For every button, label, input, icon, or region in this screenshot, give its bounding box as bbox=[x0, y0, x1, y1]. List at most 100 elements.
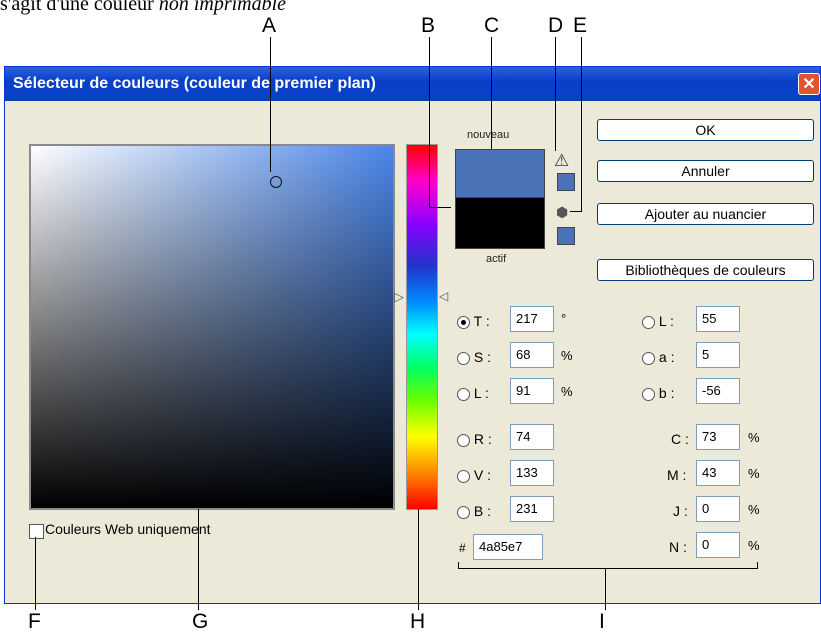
yellow-unit: % bbox=[748, 502, 760, 517]
leader-d bbox=[555, 37, 556, 151]
lab-l-input[interactable]: 55 bbox=[696, 306, 740, 332]
lab-b-label: b : bbox=[658, 385, 675, 401]
dialog-title: Sélecteur de couleurs (couleur de premie… bbox=[13, 75, 376, 92]
close-icon: ✕ bbox=[802, 76, 816, 93]
hue-unit: ° bbox=[561, 311, 567, 326]
callout-d: D bbox=[548, 14, 564, 37]
callout-g: G bbox=[192, 610, 209, 633]
cyan-input[interactable]: 73 bbox=[696, 424, 740, 450]
radio-saturation[interactable] bbox=[457, 351, 470, 365]
color-picker-dialog: Sélecteur de couleurs (couleur de premie… bbox=[4, 66, 821, 604]
radio-lab-l[interactable] bbox=[642, 315, 655, 329]
out-of-gamut-warning-icon[interactable]: ⚠ bbox=[554, 152, 569, 169]
leader-g bbox=[198, 509, 199, 610]
green-label: V : bbox=[473, 467, 492, 483]
black-unit: % bbox=[748, 538, 760, 553]
title-bar: Sélecteur de couleurs (couleur de premie… bbox=[5, 67, 820, 101]
web-colors-only-label: Couleurs Web uniquement bbox=[45, 521, 211, 537]
callout-b: B bbox=[421, 14, 436, 37]
hex-input[interactable]: 4a85e7 bbox=[473, 534, 543, 560]
radio-red[interactable] bbox=[457, 433, 470, 447]
yellow-label: J : bbox=[673, 503, 688, 519]
magenta-unit: % bbox=[748, 466, 760, 481]
hsb-row-s[interactable]: S : bbox=[457, 349, 491, 365]
new-color-label: nouveau bbox=[467, 129, 510, 141]
color-field[interactable] bbox=[29, 144, 395, 510]
black-input[interactable]: 0 bbox=[696, 532, 740, 558]
leader-f bbox=[35, 537, 36, 610]
leader-c bbox=[491, 37, 492, 149]
radio-hue[interactable] bbox=[457, 315, 470, 329]
hue-slider-right-arrow-icon[interactable]: ◁ bbox=[439, 289, 448, 303]
red-input[interactable]: 74 bbox=[510, 424, 554, 450]
hue-slider[interactable] bbox=[406, 144, 438, 510]
close-button[interactable]: ✕ bbox=[798, 73, 820, 95]
callout-c: C bbox=[484, 14, 500, 37]
color-libraries-button[interactable]: Bibliothèques de couleurs bbox=[597, 259, 814, 281]
color-picker-circle[interactable] bbox=[270, 176, 282, 188]
callout-h: H bbox=[410, 610, 426, 633]
callout-e: E bbox=[573, 14, 588, 37]
cyan-unit: % bbox=[748, 430, 760, 445]
brightness-label: L : bbox=[473, 385, 489, 401]
saturation-label: S : bbox=[473, 349, 492, 365]
black-label: N : bbox=[669, 539, 687, 555]
ok-button[interactable]: OK bbox=[597, 119, 814, 141]
rgb-row-v[interactable]: V : bbox=[457, 467, 491, 483]
not-web-safe-cube-icon[interactable]: ⬢ bbox=[556, 204, 568, 221]
radio-green[interactable] bbox=[457, 469, 470, 483]
leader-h bbox=[418, 509, 419, 610]
leader-a bbox=[270, 37, 271, 172]
hue-label: T : bbox=[473, 313, 490, 329]
hsb-row-t[interactable]: T : bbox=[457, 313, 490, 329]
blue-input[interactable]: 231 bbox=[510, 496, 554, 522]
magenta-label: M : bbox=[667, 467, 687, 483]
brightness-unit: % bbox=[561, 384, 573, 399]
web-colors-only-checkbox[interactable] bbox=[29, 524, 44, 539]
radio-brightness[interactable] bbox=[457, 387, 470, 401]
leader-i bbox=[605, 568, 606, 610]
hue-slider-left-arrow-icon[interactable]: ▷ bbox=[394, 289, 404, 305]
hue-input[interactable]: 217 bbox=[510, 306, 554, 332]
leader-i-left bbox=[458, 562, 459, 569]
leader-b bbox=[429, 37, 430, 207]
current-color-swatch[interactable] bbox=[455, 197, 545, 249]
rgb-row-b[interactable]: B : bbox=[457, 503, 491, 519]
add-to-swatches-button[interactable]: Ajouter au nuancier bbox=[597, 203, 814, 225]
hsb-row-l[interactable]: L : bbox=[457, 385, 489, 401]
yellow-input[interactable]: 0 bbox=[696, 496, 740, 522]
radio-blue[interactable] bbox=[457, 505, 470, 519]
web-safe-color-swatch[interactable] bbox=[557, 227, 575, 245]
saturation-input[interactable]: 68 bbox=[510, 342, 554, 368]
lab-row-b[interactable]: b : bbox=[642, 385, 674, 401]
hex-label: # bbox=[459, 541, 466, 555]
gamut-color-swatch[interactable] bbox=[557, 173, 575, 191]
caption-text: s'agit d'une couleur non imprimable bbox=[0, 0, 287, 15]
cyan-label: C : bbox=[671, 431, 689, 447]
rgb-row-r[interactable]: R : bbox=[457, 431, 492, 447]
new-color-swatch bbox=[455, 149, 545, 199]
callout-a: A bbox=[262, 14, 277, 37]
blue-label: B : bbox=[473, 503, 492, 519]
leader-e bbox=[581, 37, 582, 212]
leader-i-right bbox=[757, 562, 758, 569]
red-label: R : bbox=[473, 431, 492, 447]
lab-row-l[interactable]: L : bbox=[642, 313, 674, 329]
lab-a-label: a : bbox=[658, 349, 675, 365]
green-input[interactable]: 133 bbox=[510, 460, 554, 486]
leader-e-h bbox=[570, 211, 582, 212]
saturation-unit: % bbox=[561, 348, 573, 363]
cancel-button[interactable]: Annuler bbox=[597, 160, 814, 182]
leader-i-h bbox=[458, 568, 758, 569]
lab-a-input[interactable]: 5 bbox=[696, 342, 740, 368]
radio-lab-b[interactable] bbox=[642, 387, 655, 401]
radio-lab-a[interactable] bbox=[642, 351, 655, 365]
lab-b-input[interactable]: -56 bbox=[696, 378, 740, 404]
callout-i: I bbox=[599, 610, 605, 633]
magenta-input[interactable]: 43 bbox=[696, 460, 740, 486]
brightness-input[interactable]: 91 bbox=[510, 378, 554, 404]
callout-f: F bbox=[28, 610, 41, 633]
current-color-label: actif bbox=[486, 253, 507, 265]
leader-b-h bbox=[429, 207, 451, 208]
lab-row-a[interactable]: a : bbox=[642, 349, 674, 365]
